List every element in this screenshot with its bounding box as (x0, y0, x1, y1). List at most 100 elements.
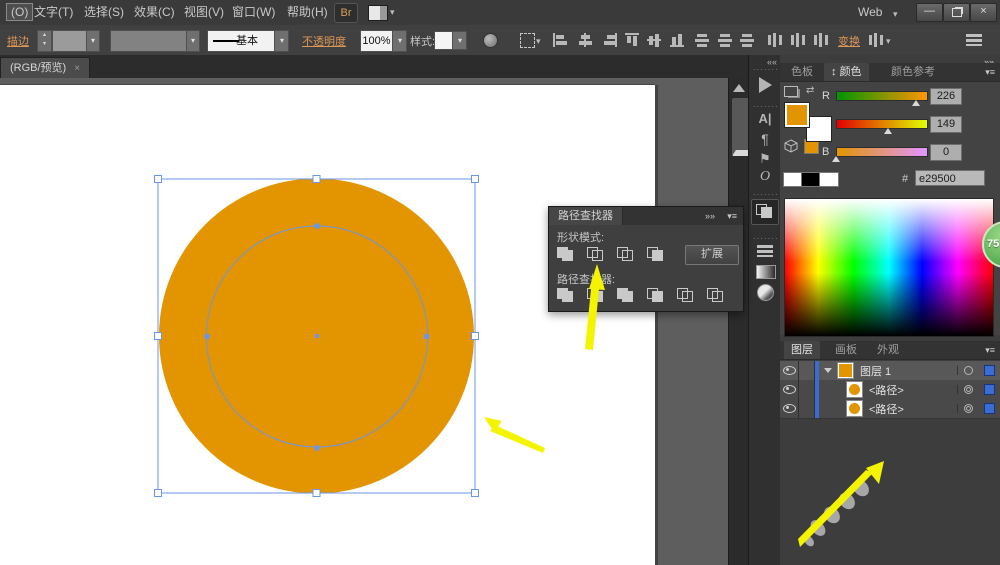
channel-g-thumb[interactable] (884, 128, 892, 134)
default-colors-icon[interactable] (784, 86, 798, 97)
distribute-right-icon[interactable] (813, 33, 828, 47)
color-panel-menu-icon[interactable]: ▾≡ (985, 67, 995, 78)
target-cell[interactable] (957, 366, 978, 375)
divide-button[interactable] (555, 287, 579, 305)
selection-cell[interactable] (978, 365, 1000, 376)
lock-cell[interactable] (799, 361, 815, 380)
distribute-left-icon[interactable] (767, 33, 782, 47)
align-center-h-icon[interactable] (578, 33, 593, 47)
bounding-box-icon[interactable] (520, 33, 535, 48)
tab-color-guide[interactable]: 颜色参考 (884, 63, 942, 81)
channel-g-value[interactable]: 149 (930, 116, 962, 133)
menu-help[interactable]: 帮助(H) (283, 4, 332, 20)
stroke-weight-dropdown[interactable]: ▾ (52, 30, 100, 52)
lock-cell[interactable] (799, 380, 815, 399)
gripper[interactable]: ······· (753, 105, 777, 109)
layer-row[interactable]: <路径> (780, 380, 1000, 400)
target-cell[interactable] (957, 404, 978, 413)
stepper-down-icon[interactable]: ▾ (43, 41, 46, 47)
selection-cell[interactable] (978, 384, 1000, 395)
selection-cell[interactable] (978, 403, 1000, 414)
channel-b-value[interactable]: 0 (930, 144, 962, 161)
path-name[interactable]: <路径> (869, 382, 957, 398)
gradient-panel-icon[interactable] (756, 265, 776, 279)
style-swatch[interactable] (434, 31, 453, 50)
vertical-scrollbar[interactable] (728, 78, 749, 565)
exclude-button[interactable] (645, 246, 669, 264)
scroll-up-icon[interactable] (733, 84, 745, 92)
menu-view[interactable]: 视图(V) (180, 4, 228, 20)
channel-b-thumb[interactable] (832, 156, 840, 162)
stroke-link[interactable]: 描边 (7, 33, 29, 49)
variable-width-dropdown[interactable]: ▾ (110, 30, 200, 52)
layer-thumbnail[interactable] (837, 362, 854, 379)
align-middle-v-icon[interactable] (647, 33, 662, 47)
target-cell[interactable] (957, 385, 978, 394)
channel-r-value[interactable]: 226 (930, 88, 962, 105)
align-top-icon[interactable] (625, 33, 640, 47)
character-panel-icon[interactable]: A| (749, 111, 781, 126)
document-setup-icon[interactable] (483, 33, 498, 48)
tab-toggle-icon[interactable]: ↕ (831, 66, 837, 78)
pathfinder-title-bar[interactable]: 路径查找器 »» ▾≡ (549, 207, 743, 225)
chevron-down-icon[interactable]: ▾ (886, 36, 891, 47)
panel-collapse-icon[interactable]: »» (705, 211, 715, 221)
menu-window[interactable]: 窗口(W) (228, 4, 279, 20)
workspace-caret-icon[interactable]: ▾ (893, 9, 898, 20)
path-thumbnail[interactable] (846, 400, 863, 417)
transform-link[interactable]: 变换 (838, 33, 860, 49)
path-name[interactable]: <路径> (869, 401, 957, 417)
none-swatch[interactable] (783, 172, 803, 187)
color-spectrum[interactable] (784, 198, 994, 337)
crop-button[interactable] (645, 287, 669, 305)
pathfinder-dock-icon[interactable] (751, 199, 779, 225)
opacity-value[interactable]: 100% (360, 30, 393, 52)
align-right-icon[interactable] (602, 33, 617, 47)
align-left-icon[interactable] (553, 33, 568, 47)
gripper[interactable]: ······· (753, 237, 777, 241)
opentype-panel-icon[interactable]: O (749, 169, 781, 185)
unite-button[interactable] (555, 246, 579, 264)
chevron-down-icon[interactable]: ▾ (390, 7, 395, 18)
layer-row[interactable]: 图层 1 (780, 361, 1000, 381)
chevron-down-icon[interactable]: ▾ (536, 36, 541, 47)
intersect-button[interactable] (615, 246, 639, 264)
outline-button[interactable] (675, 287, 699, 305)
swap-fill-stroke-icon[interactable]: ⇄ (806, 85, 814, 96)
canvas-area[interactable] (0, 78, 748, 565)
transparency-panel-icon[interactable] (757, 284, 774, 301)
tab-artboards[interactable]: 画板 (828, 341, 864, 359)
layer-name[interactable]: 图层 1 (860, 363, 957, 379)
distribute-center-v-icon[interactable] (790, 33, 805, 47)
actions-panel-icon[interactable] (759, 77, 772, 93)
align-bottom-icon[interactable] (670, 33, 685, 47)
visibility-cell[interactable] (780, 380, 799, 399)
expander-icon[interactable] (824, 368, 832, 373)
minus-back-button[interactable] (705, 287, 729, 305)
layers-panel-menu-icon[interactable]: ▾≡ (985, 345, 995, 356)
merge-button[interactable] (615, 287, 639, 305)
brush-definition-dropdown[interactable]: 基本 (207, 30, 275, 52)
tab-close-icon[interactable]: × (74, 63, 80, 74)
distribute-bottom-icon[interactable] (740, 33, 755, 47)
3d-cube-icon[interactable] (784, 139, 798, 153)
opacity-link[interactable]: 不透明度 (302, 33, 346, 49)
brush-dropdown-caret[interactable]: ▾ (274, 30, 289, 52)
tab-swatches[interactable]: 色板 (784, 63, 820, 81)
control-panel-menu-icon[interactable] (966, 34, 982, 46)
style-dropdown-caret[interactable]: ▾ (452, 31, 467, 50)
tab-appearance[interactable]: 外观 (870, 341, 906, 359)
workspace-switcher-icon[interactable] (368, 5, 388, 21)
tab-color[interactable]: ↕ 颜色 (824, 63, 869, 81)
stepper-up-icon[interactable]: ▴ (43, 32, 46, 38)
opacity-dropdown-caret[interactable]: ▾ (392, 30, 407, 52)
channel-g-slider[interactable] (836, 119, 928, 129)
close-button[interactable]: × (970, 3, 997, 22)
workspace-name[interactable]: Web (858, 5, 882, 19)
visibility-cell[interactable] (780, 361, 799, 380)
artwork-layer[interactable] (0, 78, 748, 565)
align-options-icon[interactable] (868, 33, 883, 47)
lock-cell[interactable] (799, 399, 815, 418)
chevron-down-icon[interactable]: ▾ (86, 31, 99, 51)
bridge-button[interactable]: Br (334, 3, 358, 23)
